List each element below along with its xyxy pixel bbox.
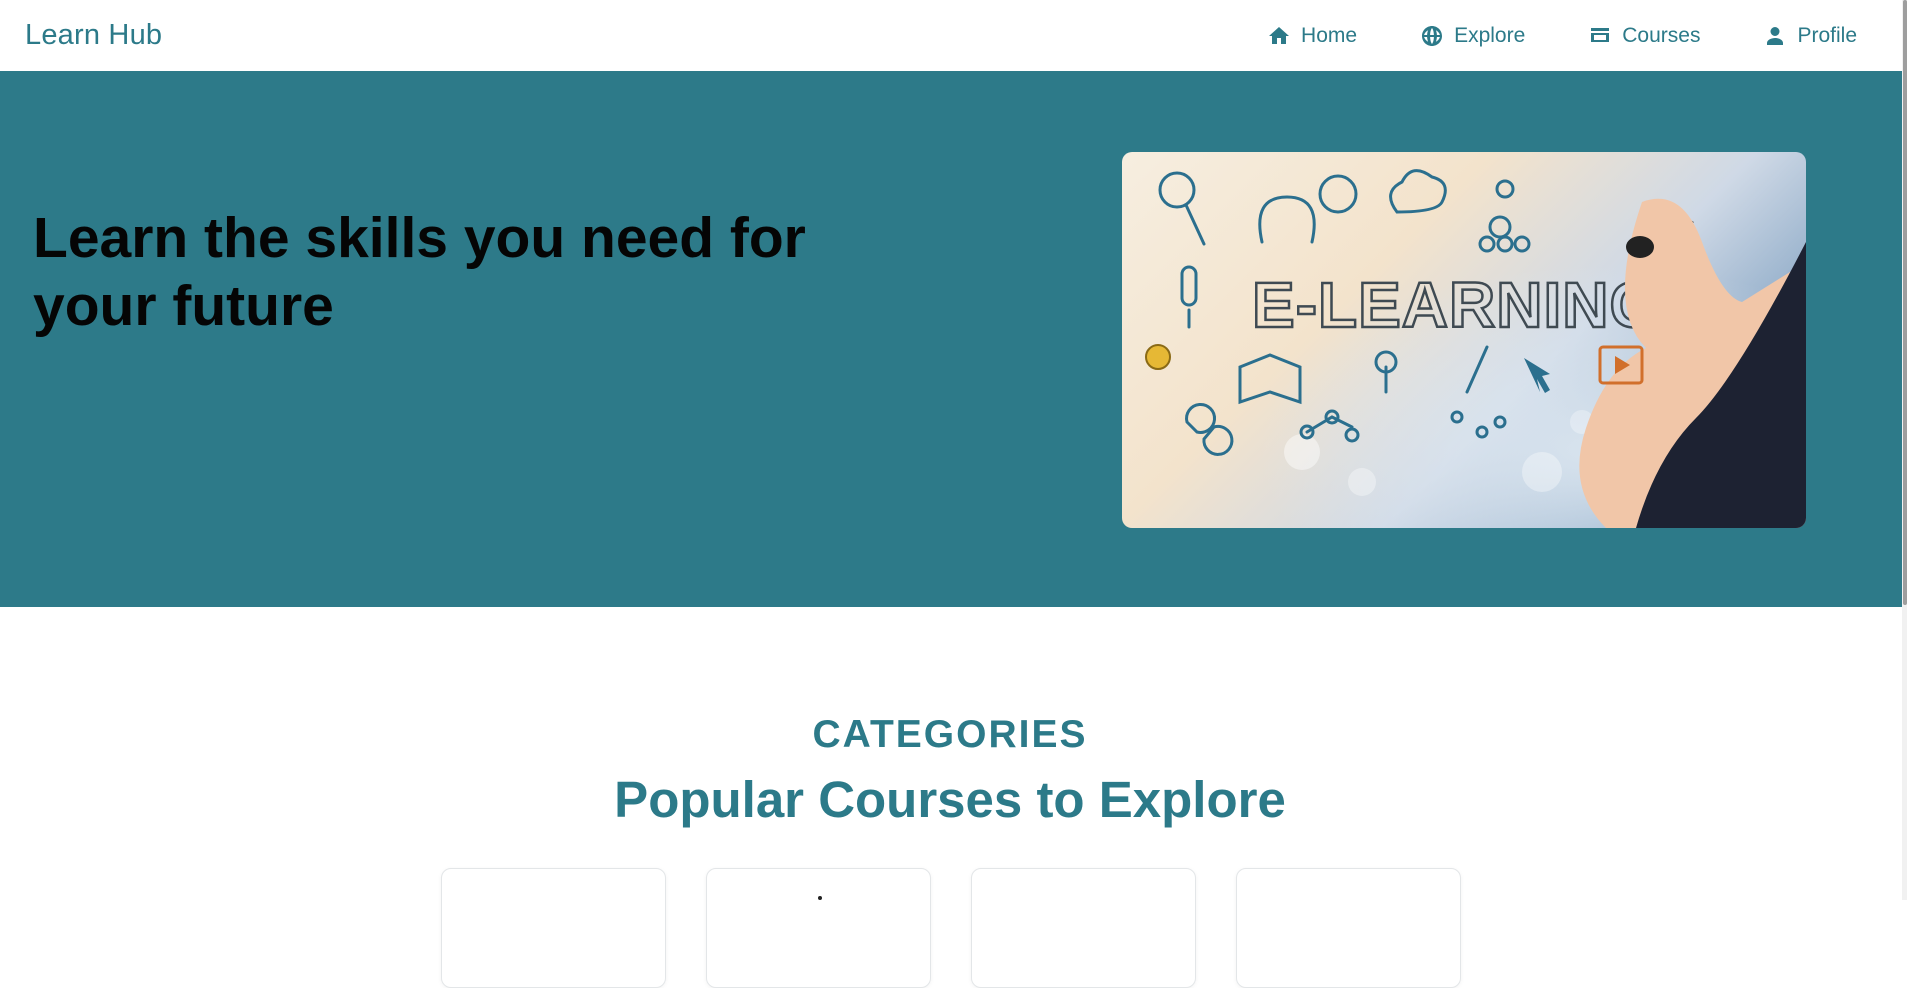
category-card[interactable]: [441, 868, 666, 988]
brand-logo-link[interactable]: Learn Hub: [25, 19, 162, 52]
hero-elearning-image: E-LEARNING: [1122, 152, 1806, 528]
nav-item-courses[interactable]: Courses: [1588, 24, 1700, 48]
category-card[interactable]: [706, 868, 931, 988]
nav-item-home[interactable]: Home: [1267, 24, 1357, 48]
page-scrollbar[interactable]: [1902, 0, 1907, 900]
courses-icon: [1588, 24, 1612, 48]
hero-section: Learn the skills you need for your futur…: [0, 71, 1907, 607]
category-card[interactable]: [1236, 868, 1461, 988]
hero-title: Learn the skills you need for your futur…: [33, 206, 806, 338]
nav-item-profile[interactable]: Profile: [1763, 24, 1857, 48]
nav-item-label: Profile: [1797, 23, 1857, 47]
nav-item-explore[interactable]: Explore: [1420, 24, 1525, 48]
categories-section: CATEGORIES Popular Courses to Explore: [0, 607, 1907, 988]
categories-title: Popular Courses to Explore: [614, 771, 1286, 828]
card-icon-fragment: [818, 896, 822, 900]
person-icon: [1763, 24, 1787, 48]
nav-item-label: Home: [1301, 23, 1358, 47]
category-card[interactable]: [971, 868, 1196, 988]
top-navbar: Learn Hub Home Explore Courses Profile: [0, 0, 1907, 71]
nav-item-label: Courses: [1622, 23, 1701, 47]
categories-kicker: CATEGORIES: [812, 713, 1088, 756]
nav-item-label: Explore: [1454, 23, 1526, 47]
scrollbar-thumb[interactable]: [1903, 0, 1907, 605]
category-cards: [441, 868, 1461, 988]
main-nav: Home Explore Courses Profile: [1267, 24, 1857, 48]
globe-icon: [1420, 24, 1444, 48]
home-icon: [1267, 24, 1291, 48]
hero-image-text: E-LEARNING: [1252, 269, 1660, 341]
